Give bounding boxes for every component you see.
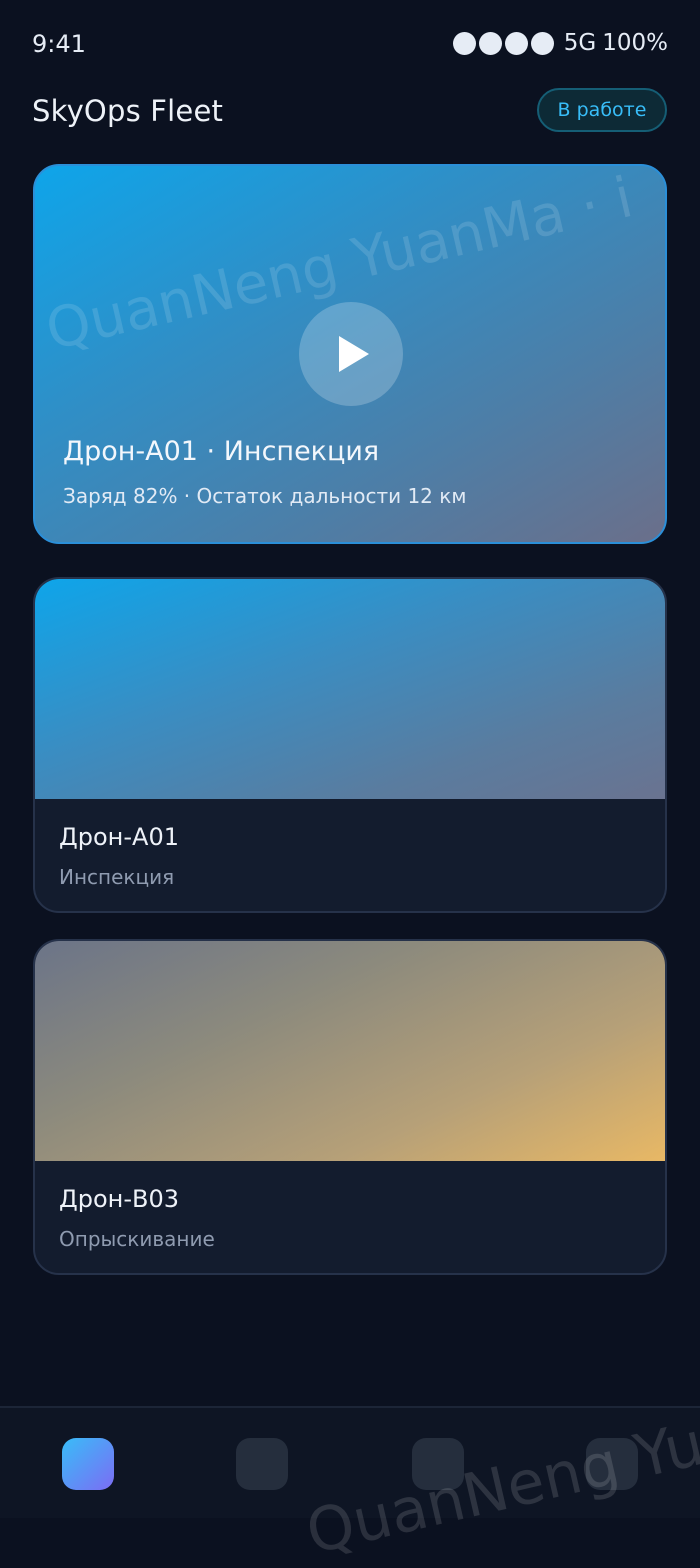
signal-dot [478,31,502,55]
drone-card-preview [35,941,665,1161]
drone-card-name: Дрон-B03 [59,1185,180,1213]
drone-card-type: Инспекция [59,865,175,889]
app-title: SkyOps Fleet [32,94,224,128]
drone-card[interactable]: Дрон-A01 Инспекция [33,577,667,913]
signal-dot [530,31,554,55]
drone-card-name: Дрон-A01 [59,823,179,851]
app-header: SkyOps Fleet В работе [0,86,700,138]
signal-dot [452,31,476,55]
bottom-nav [0,1406,700,1518]
nav-tab-4[interactable] [586,1438,638,1490]
status-indicators: 5G 100% [452,30,668,56]
featured-drone-card[interactable]: Дрон-A01 · Инспекция Заряд 82% · Остаток… [33,164,667,544]
featured-title: Дрон-A01 · Инспекция [63,436,380,467]
drone-card[interactable]: Дрон-B03 Опрыскивание [33,939,667,1275]
status-bar: 9:41 5G 100% [0,0,700,90]
status-time: 9:41 [32,30,86,58]
featured-subtitle: Заряд 82% · Остаток дальности 12 км [63,484,467,508]
battery-level: 100% [602,30,668,56]
nav-tab-2[interactable] [236,1438,288,1490]
work-status-button[interactable]: В работе [537,88,667,132]
drone-card-preview [35,579,665,799]
drone-card-type: Опрыскивание [59,1227,215,1251]
play-button[interactable] [299,302,403,406]
signal-dot [504,31,528,55]
network-type: 5G [563,30,597,56]
nav-tab-3[interactable] [412,1438,464,1490]
play-icon [339,336,369,372]
nav-tab-home[interactable] [62,1438,114,1490]
signal-strength-icon [452,31,554,55]
